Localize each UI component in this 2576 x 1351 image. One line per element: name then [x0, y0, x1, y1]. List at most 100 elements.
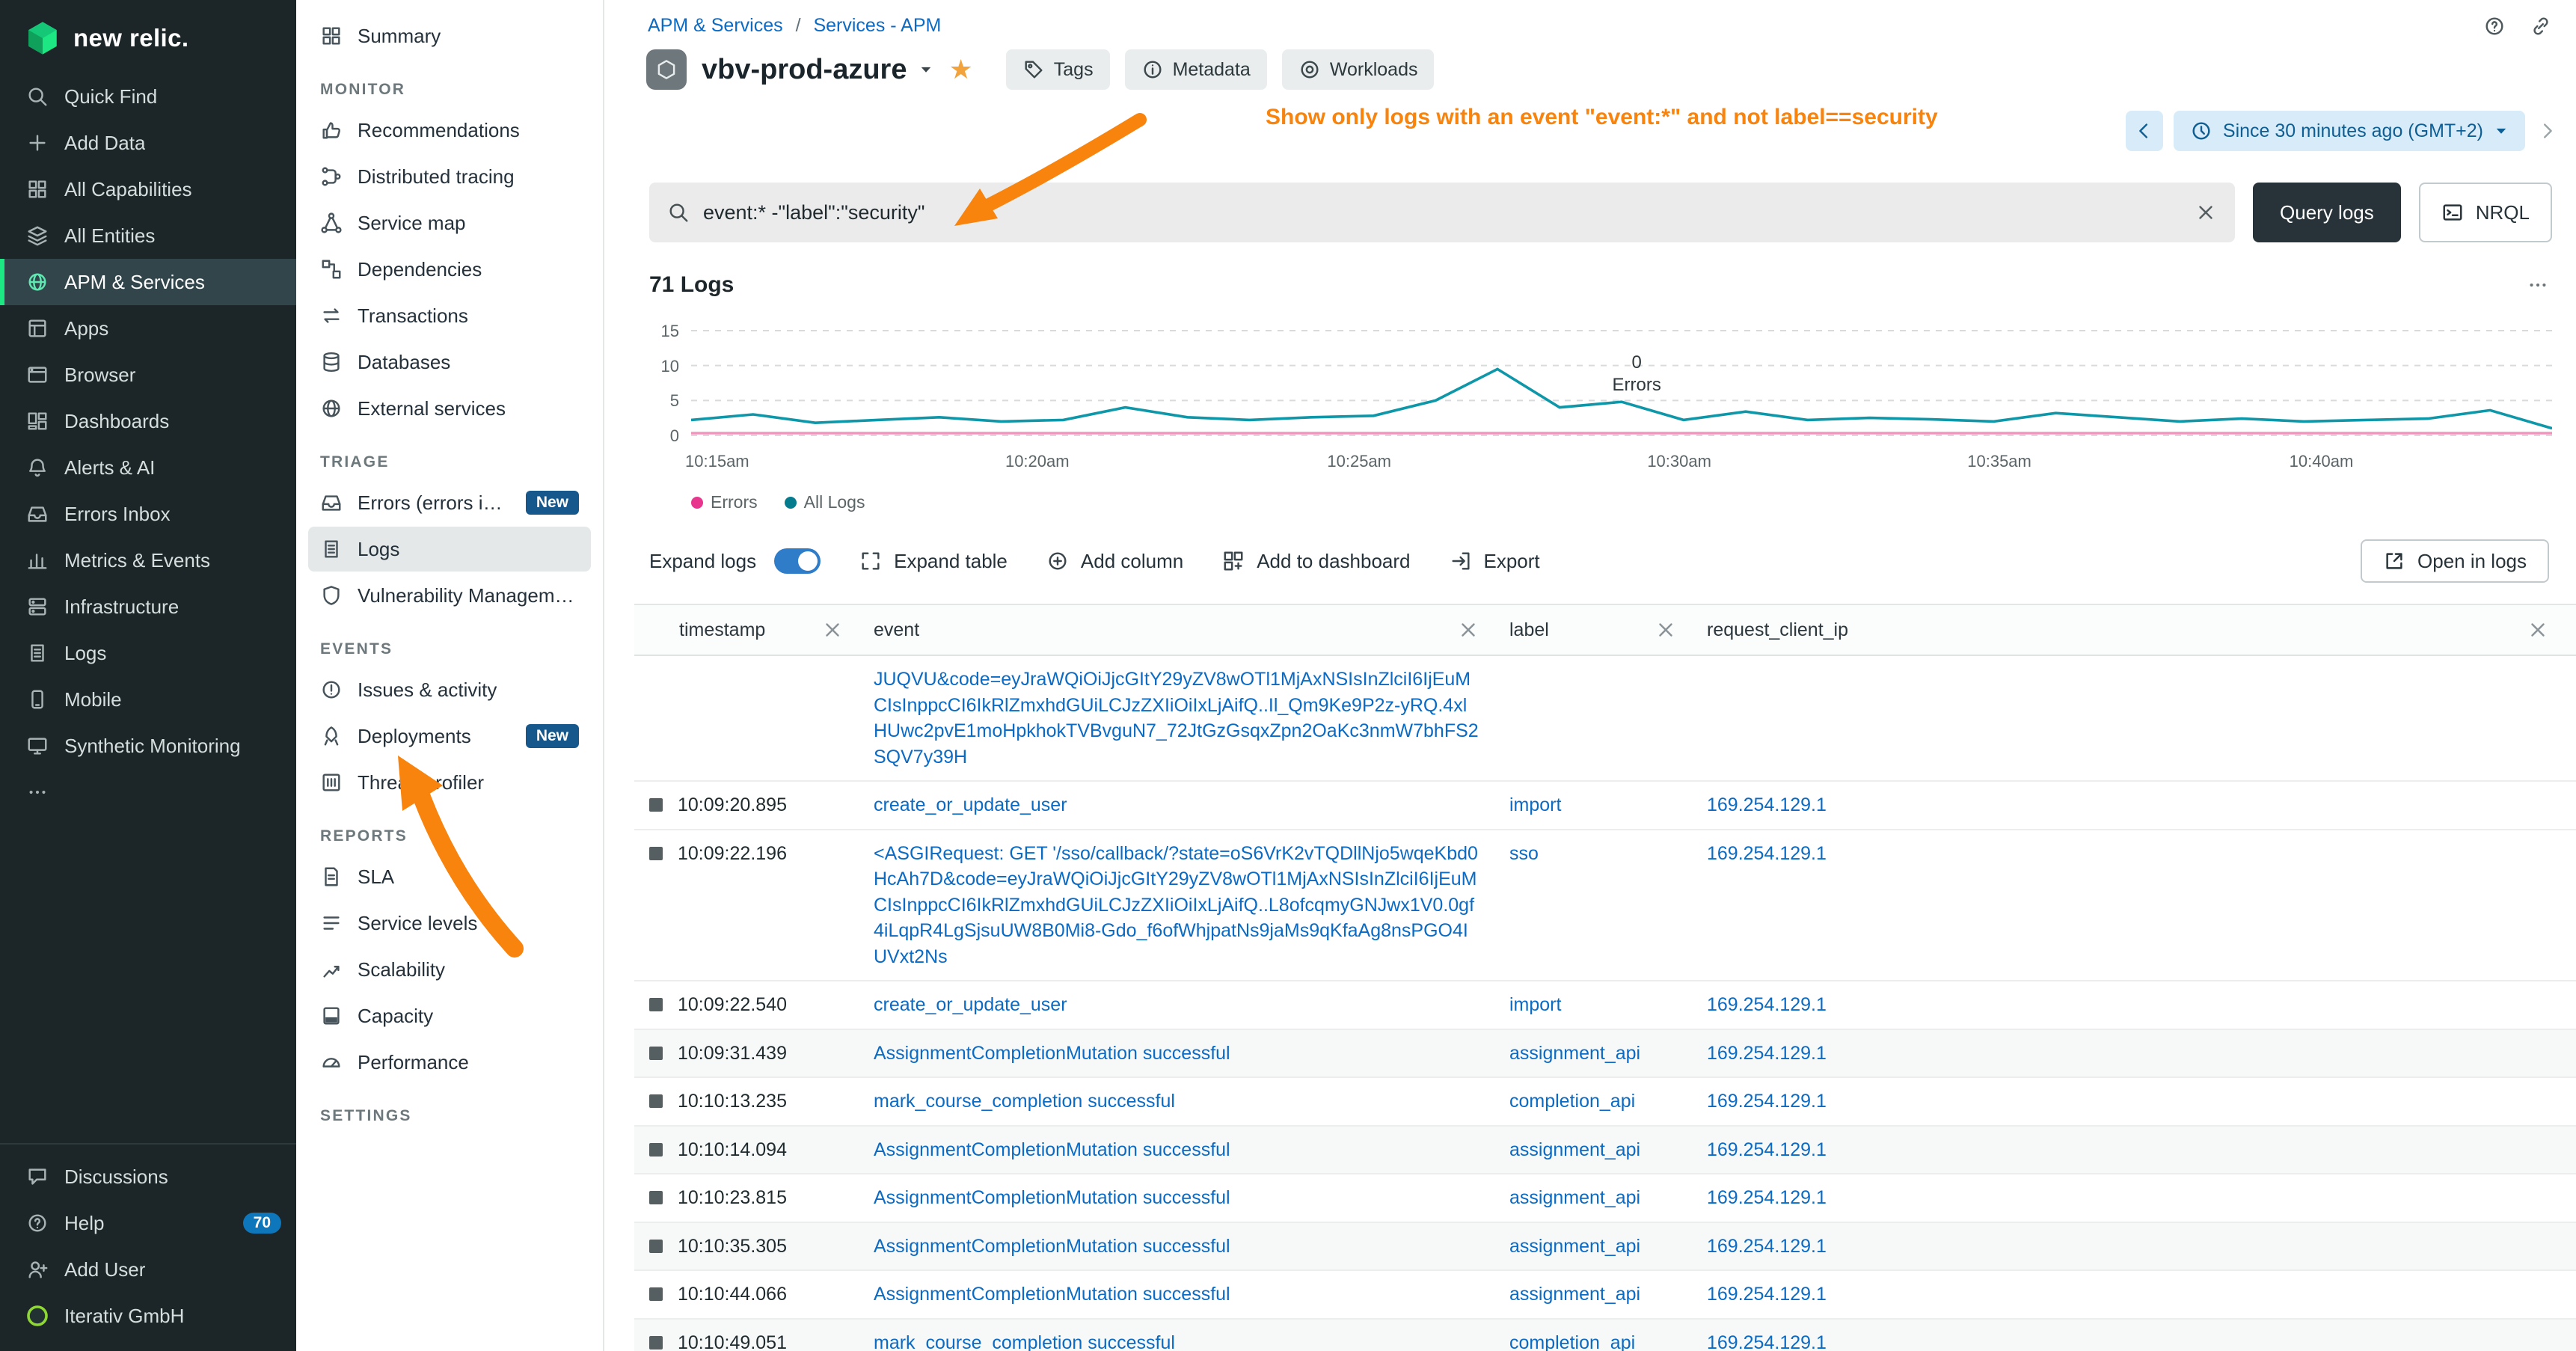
- sidebar-item-dependencies[interactable]: Dependencies: [308, 247, 591, 292]
- sidebar-item-external-services[interactable]: External services: [308, 386, 591, 431]
- log-row[interactable]: JUQVU&code=eyJraWQiOiJjcGItY29yZV8wOTl1M…: [634, 656, 2576, 782]
- log-label-link[interactable]: import: [1509, 994, 1561, 1015]
- global-nav-apps[interactable]: Apps: [0, 305, 296, 352]
- row-marker-icon[interactable]: [649, 1287, 663, 1301]
- global-nav-browser[interactable]: Browser: [0, 352, 296, 398]
- help-icon[interactable]: [2483, 15, 2506, 37]
- clear-query-icon[interactable]: [2195, 201, 2217, 224]
- entity-switcher-caret-icon[interactable]: [919, 62, 933, 77]
- global-nav-errors-inbox[interactable]: Errors Inbox: [0, 491, 296, 537]
- log-event-link[interactable]: create_or_update_user: [874, 994, 1067, 1015]
- time-back-button[interactable]: [2126, 111, 2163, 151]
- row-marker-icon[interactable]: [649, 1191, 663, 1204]
- global-nav-synthetic-monitoring[interactable]: Synthetic Monitoring: [0, 723, 296, 769]
- log-event-link[interactable]: JUQVU&code=eyJraWQiOiJjcGItY29yZV8wOTl1M…: [874, 669, 1479, 768]
- log-label-link[interactable]: import: [1509, 794, 1561, 815]
- global-nav-add-user[interactable]: Add User: [0, 1246, 296, 1293]
- log-query-input[interactable]: [703, 201, 2181, 224]
- global-nav-add-data[interactable]: Add Data: [0, 120, 296, 166]
- row-marker-icon[interactable]: [649, 1336, 663, 1350]
- favorite-star-icon[interactable]: ★: [948, 56, 972, 83]
- log-event-link[interactable]: AssignmentCompletionMutation successful: [874, 1139, 1230, 1160]
- sidebar-item-summary[interactable]: Summary: [308, 13, 591, 58]
- log-ip-link[interactable]: 169.254.129.1: [1707, 994, 1827, 1015]
- log-event-link[interactable]: <ASGIRequest: GET '/sso/callback/?state=…: [874, 843, 1478, 967]
- log-event-link[interactable]: AssignmentCompletionMutation successful: [874, 1236, 1230, 1257]
- log-label-link[interactable]: assignment_api: [1509, 1284, 1640, 1305]
- sidebar-item-recommendations[interactable]: Recommendations: [308, 108, 591, 153]
- column-header-timestamp[interactable]: timestamp: [634, 605, 859, 655]
- log-row[interactable]: 10:10:49.051 mark_course_completion succ…: [634, 1320, 2576, 1351]
- sidebar-item-sla[interactable]: SLA: [308, 854, 591, 899]
- log-row[interactable]: 10:10:23.815 AssignmentCompletionMutatio…: [634, 1174, 2576, 1223]
- row-marker-icon[interactable]: [649, 847, 663, 860]
- log-event-link[interactable]: AssignmentCompletionMutation successful: [874, 1187, 1230, 1208]
- sidebar-item-vulnerability-management[interactable]: Vulnerability Management: [308, 573, 591, 618]
- log-ip-link[interactable]: 169.254.129.1: [1707, 1332, 1827, 1351]
- workloads-button[interactable]: Workloads: [1282, 49, 1435, 90]
- log-ip-link[interactable]: 169.254.129.1: [1707, 1091, 1827, 1112]
- global-nav-apm-services[interactable]: APM & Services: [0, 259, 296, 305]
- log-event-link[interactable]: mark_course_completion successful: [874, 1091, 1175, 1112]
- breadcrumb-services-apm[interactable]: Services - APM: [813, 15, 941, 36]
- remove-column-label-button[interactable]: [1655, 619, 1677, 641]
- log-event-link[interactable]: create_or_update_user: [874, 794, 1067, 815]
- brand[interactable]: new relic.: [0, 0, 296, 73]
- global-nav-alerts-ai[interactable]: Alerts & AI: [0, 444, 296, 491]
- add-to-dashboard-button[interactable]: Add to dashboard: [1222, 550, 1410, 573]
- log-row[interactable]: 10:09:31.439 AssignmentCompletionMutatio…: [634, 1030, 2576, 1079]
- breadcrumb-apm-services[interactable]: APM & Services: [648, 15, 783, 36]
- column-header-label[interactable]: label: [1494, 605, 1692, 655]
- open-in-logs-button[interactable]: Open in logs: [2361, 539, 2549, 583]
- remove-column-timestamp-button[interactable]: [821, 619, 844, 641]
- sidebar-item-transactions[interactable]: Transactions: [308, 293, 591, 338]
- log-ip-link[interactable]: 169.254.129.1: [1707, 1139, 1827, 1160]
- remove-column-event-button[interactable]: [1457, 619, 1479, 641]
- global-nav-infrastructure[interactable]: Infrastructure: [0, 583, 296, 630]
- global-nav-help[interactable]: Help 70: [0, 1200, 296, 1246]
- legend-errors[interactable]: Errors: [691, 492, 758, 512]
- time-forward-button[interactable]: [2536, 120, 2558, 142]
- query-logs-button[interactable]: Query logs: [2253, 183, 2401, 242]
- row-marker-icon[interactable]: [649, 998, 663, 1011]
- toggle-on-icon[interactable]: [774, 548, 821, 574]
- log-label-link[interactable]: assignment_api: [1509, 1187, 1640, 1208]
- sidebar-item-scalability[interactable]: Scalability: [308, 947, 591, 992]
- log-ip-link[interactable]: 169.254.129.1: [1707, 794, 1827, 815]
- metadata-button[interactable]: Metadata: [1125, 49, 1267, 90]
- log-label-link[interactable]: completion_api: [1509, 1332, 1635, 1351]
- log-row[interactable]: 10:10:13.235 mark_course_completion succ…: [634, 1078, 2576, 1127]
- export-button[interactable]: Export: [1450, 550, 1540, 573]
- expand-logs-toggle[interactable]: Expand logs: [649, 548, 821, 574]
- log-ip-link[interactable]: 169.254.129.1: [1707, 843, 1827, 864]
- global-nav-discussions[interactable]: Discussions: [0, 1154, 296, 1200]
- sidebar-item-service-map[interactable]: Service map: [308, 200, 591, 245]
- row-marker-icon[interactable]: [649, 1094, 663, 1108]
- global-nav-all-entities[interactable]: All Entities: [0, 212, 296, 259]
- global-nav-dashboards[interactable]: Dashboards: [0, 398, 296, 444]
- sidebar-item-deployments[interactable]: Deployments New: [308, 714, 591, 759]
- sidebar-item-service-levels[interactable]: Service levels: [308, 901, 591, 946]
- row-marker-icon[interactable]: [649, 1143, 663, 1157]
- sidebar-item-errors-errors-inb[interactable]: Errors (errors inb... New: [308, 480, 591, 525]
- nrql-button[interactable]: NRQL: [2419, 183, 2552, 242]
- tags-button[interactable]: Tags: [1006, 49, 1110, 90]
- global-nav-all-capabilities[interactable]: All Capabilities: [0, 166, 296, 212]
- global-nav-mobile[interactable]: Mobile: [0, 676, 296, 723]
- sidebar-item-issues-activity[interactable]: Issues & activity: [308, 667, 591, 712]
- log-event-link[interactable]: AssignmentCompletionMutation successful: [874, 1043, 1230, 1064]
- row-marker-icon[interactable]: [649, 798, 663, 812]
- global-nav-metrics-events[interactable]: Metrics & Events: [0, 537, 296, 583]
- sidebar-item-databases[interactable]: Databases: [308, 340, 591, 385]
- log-row[interactable]: 10:10:35.305 AssignmentCompletionMutatio…: [634, 1223, 2576, 1272]
- column-header-request-client-ip[interactable]: request_client_ip: [1692, 605, 2576, 655]
- global-nav-logs[interactable]: Logs: [0, 630, 296, 676]
- sidebar-item-thread-profiler[interactable]: Thread profiler: [308, 760, 591, 805]
- sidebar-item-distributed-tracing[interactable]: Distributed tracing: [308, 154, 591, 199]
- log-row[interactable]: 10:09:22.540 create_or_update_user impor…: [634, 981, 2576, 1030]
- log-label-link[interactable]: sso: [1509, 843, 1539, 864]
- global-nav-quick-find[interactable]: Quick Find: [0, 73, 296, 120]
- row-marker-icon[interactable]: [649, 1240, 663, 1253]
- remove-column-request-client-ip-button[interactable]: [2527, 619, 2549, 641]
- expand-table-button[interactable]: Expand table: [859, 550, 1008, 573]
